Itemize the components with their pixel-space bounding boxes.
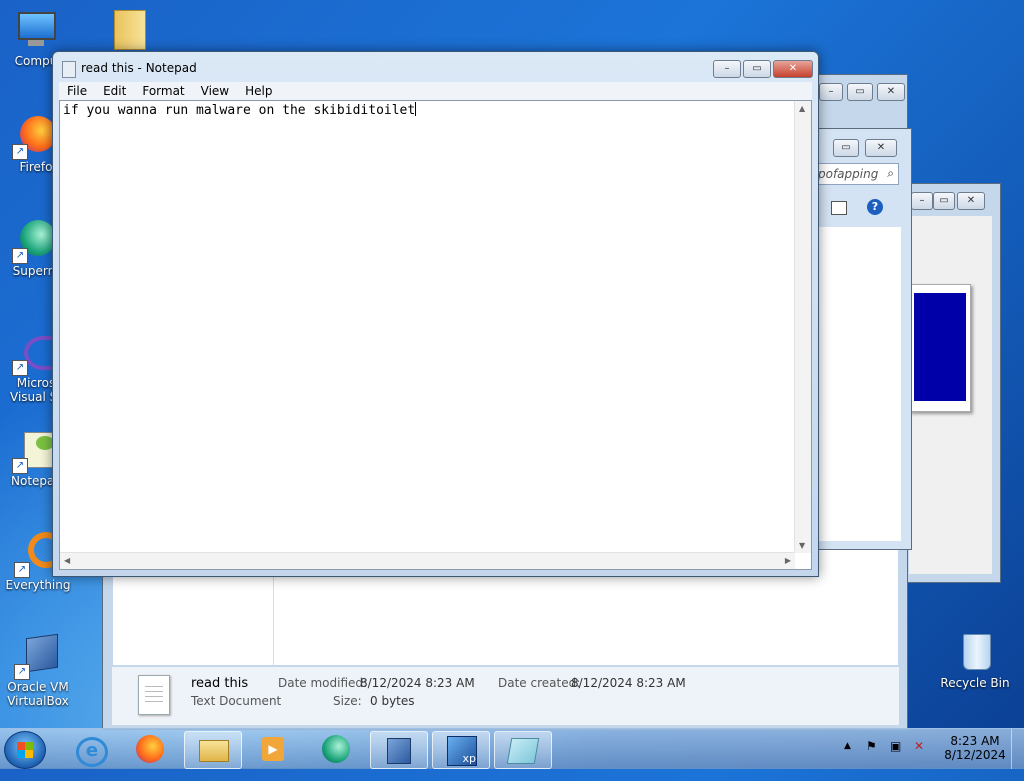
taskbar-file-explorer[interactable] [184, 731, 242, 769]
date-modified-value: 8/12/2024 8:23 AM [360, 676, 475, 690]
clock-time: 8:23 AM [950, 734, 1000, 748]
maximize-button[interactable]: ▭ [833, 139, 859, 157]
window-title: read this - Notepad [81, 61, 197, 75]
horizontal-scrollbar[interactable]: ◀ ▶ [60, 552, 795, 569]
menu-help[interactable]: Help [237, 82, 280, 100]
taskbar: e ▶ xp ▲ ⚑ ▣ ✕ 8:23 AM 8/12/2024 [0, 728, 1024, 769]
taskbar-supermium[interactable] [308, 731, 364, 767]
scroll-up-arrow[interactable]: ▲ [799, 104, 805, 113]
date-created-label: Date created: [498, 676, 581, 690]
close-button[interactable]: ✕ [877, 83, 905, 101]
preview-pane-icon[interactable] [831, 201, 847, 215]
taskbar-media-player[interactable]: ▶ [246, 731, 302, 767]
vertical-scrollbar[interactable]: ▲ ▼ [794, 101, 811, 553]
close-button[interactable]: ✕ [773, 60, 813, 78]
menu-file[interactable]: File [59, 82, 95, 100]
notepad-icon [62, 61, 76, 78]
taskbar-windows-xp[interactable]: xp [432, 731, 490, 769]
editor-content: if you wanna run malware on the skibidit… [63, 103, 416, 118]
window-body [909, 216, 992, 574]
maximize-button[interactable]: ▭ [847, 83, 873, 101]
background-window-back[interactable]: – ▭ ✕ [900, 183, 1001, 583]
windows-xp-icon: xp [447, 736, 477, 766]
minimize-button[interactable]: – [713, 60, 741, 78]
desktop-icon-label: Recycle Bin [940, 676, 1010, 690]
menu-view[interactable]: View [193, 82, 237, 100]
media-player-icon: ▶ [262, 737, 284, 761]
search-icon: ⌕ [887, 166, 894, 180]
text-file-icon [138, 675, 170, 715]
background-window-middle[interactable]: ▭ ✕ pofapping ⌕ ? [810, 128, 912, 550]
explorer-details-pane: read this Text Document Date modified: 8… [112, 667, 899, 725]
text-caret [415, 102, 417, 116]
search-box[interactable]: pofapping ⌕ [815, 163, 899, 185]
size-value: 0 bytes [370, 694, 415, 708]
virtualbox-icon: ↗ [14, 633, 60, 680]
taskbar-firefox[interactable] [122, 731, 178, 767]
desktop-icon-virtualbox[interactable]: ↗ Oracle VM VirtualBox [0, 633, 78, 708]
clock-date: 8/12/2024 [944, 748, 1006, 762]
search-placeholder: pofapping [818, 167, 879, 181]
shortcut-arrow-icon: ↗ [14, 664, 30, 680]
menu-bar: File Edit Format View Help [59, 82, 812, 100]
date-created-value: 8/12/2024 8:23 AM [571, 676, 686, 690]
windows-logo-icon [17, 742, 33, 758]
file-name: read this [191, 676, 249, 691]
folder-icon [90, 6, 146, 50]
shortcut-arrow-icon: ↗ [12, 144, 28, 160]
notepad-window[interactable]: read this - Notepad – ▭ ✕ File Edit Form… [52, 51, 819, 577]
menu-edit[interactable]: Edit [95, 82, 134, 100]
editor-text-line: if you wanna run malware on the skibidit… [63, 102, 417, 118]
network-icon[interactable]: ▣ [890, 739, 901, 753]
maximize-button[interactable]: ▭ [743, 60, 771, 78]
taskbar-virtualbox[interactable] [370, 731, 428, 769]
close-button[interactable]: ✕ [865, 139, 897, 157]
taskbar-notepad[interactable] [494, 731, 552, 769]
action-center-flag-icon[interactable]: ⚑ [866, 739, 877, 753]
clock[interactable]: 8:23 AM 8/12/2024 [940, 734, 1010, 762]
firefox-icon [136, 735, 164, 763]
notepad-icon [506, 738, 540, 764]
desktop-icon-label: Everything [5, 578, 71, 592]
window-body [815, 227, 901, 541]
blue-preview-panel [914, 293, 966, 401]
shortcut-arrow-icon: ↗ [12, 360, 28, 376]
scroll-right-arrow[interactable]: ▶ [785, 556, 791, 565]
show-desktop-button[interactable] [1011, 729, 1024, 769]
shortcut-arrow-icon: ↗ [12, 248, 28, 264]
desktop-icon-folder[interactable] [72, 6, 152, 52]
shortcut-arrow-icon: ↗ [14, 562, 30, 578]
folder-icon [199, 740, 229, 762]
scroll-left-arrow[interactable]: ◀ [64, 556, 70, 565]
date-modified-label: Date modified: [278, 676, 368, 690]
volume-muted-icon[interactable]: ✕ [914, 739, 924, 753]
text-editor[interactable]: if you wanna run malware on the skibidit… [59, 100, 812, 570]
supermium-icon [322, 735, 350, 763]
computer-icon [14, 8, 58, 52]
close-button[interactable]: ✕ [957, 192, 985, 210]
scroll-down-arrow[interactable]: ▼ [799, 541, 805, 550]
virtualbox-icon [387, 738, 411, 764]
size-label: Size: [333, 694, 362, 708]
desktop-icon-recycle-bin[interactable]: Recycle Bin [935, 630, 1015, 690]
minimize-button[interactable]: – [819, 83, 843, 101]
recycle-bin-icon [953, 630, 997, 674]
taskbar-internet-explorer[interactable]: e [62, 731, 118, 767]
file-type: Text Document [191, 694, 282, 708]
menu-format[interactable]: Format [134, 82, 192, 100]
desktop-icon-label: Oracle VM VirtualBox [7, 680, 69, 708]
show-hidden-icons-button[interactable]: ▲ [844, 741, 851, 751]
shortcut-arrow-icon: ↗ [12, 458, 28, 474]
internet-explorer-icon: e [76, 737, 108, 767]
help-icon[interactable]: ? [867, 199, 883, 215]
maximize-button[interactable]: ▭ [933, 192, 955, 210]
minimize-button[interactable]: – [911, 192, 933, 210]
start-button[interactable] [4, 731, 46, 769]
